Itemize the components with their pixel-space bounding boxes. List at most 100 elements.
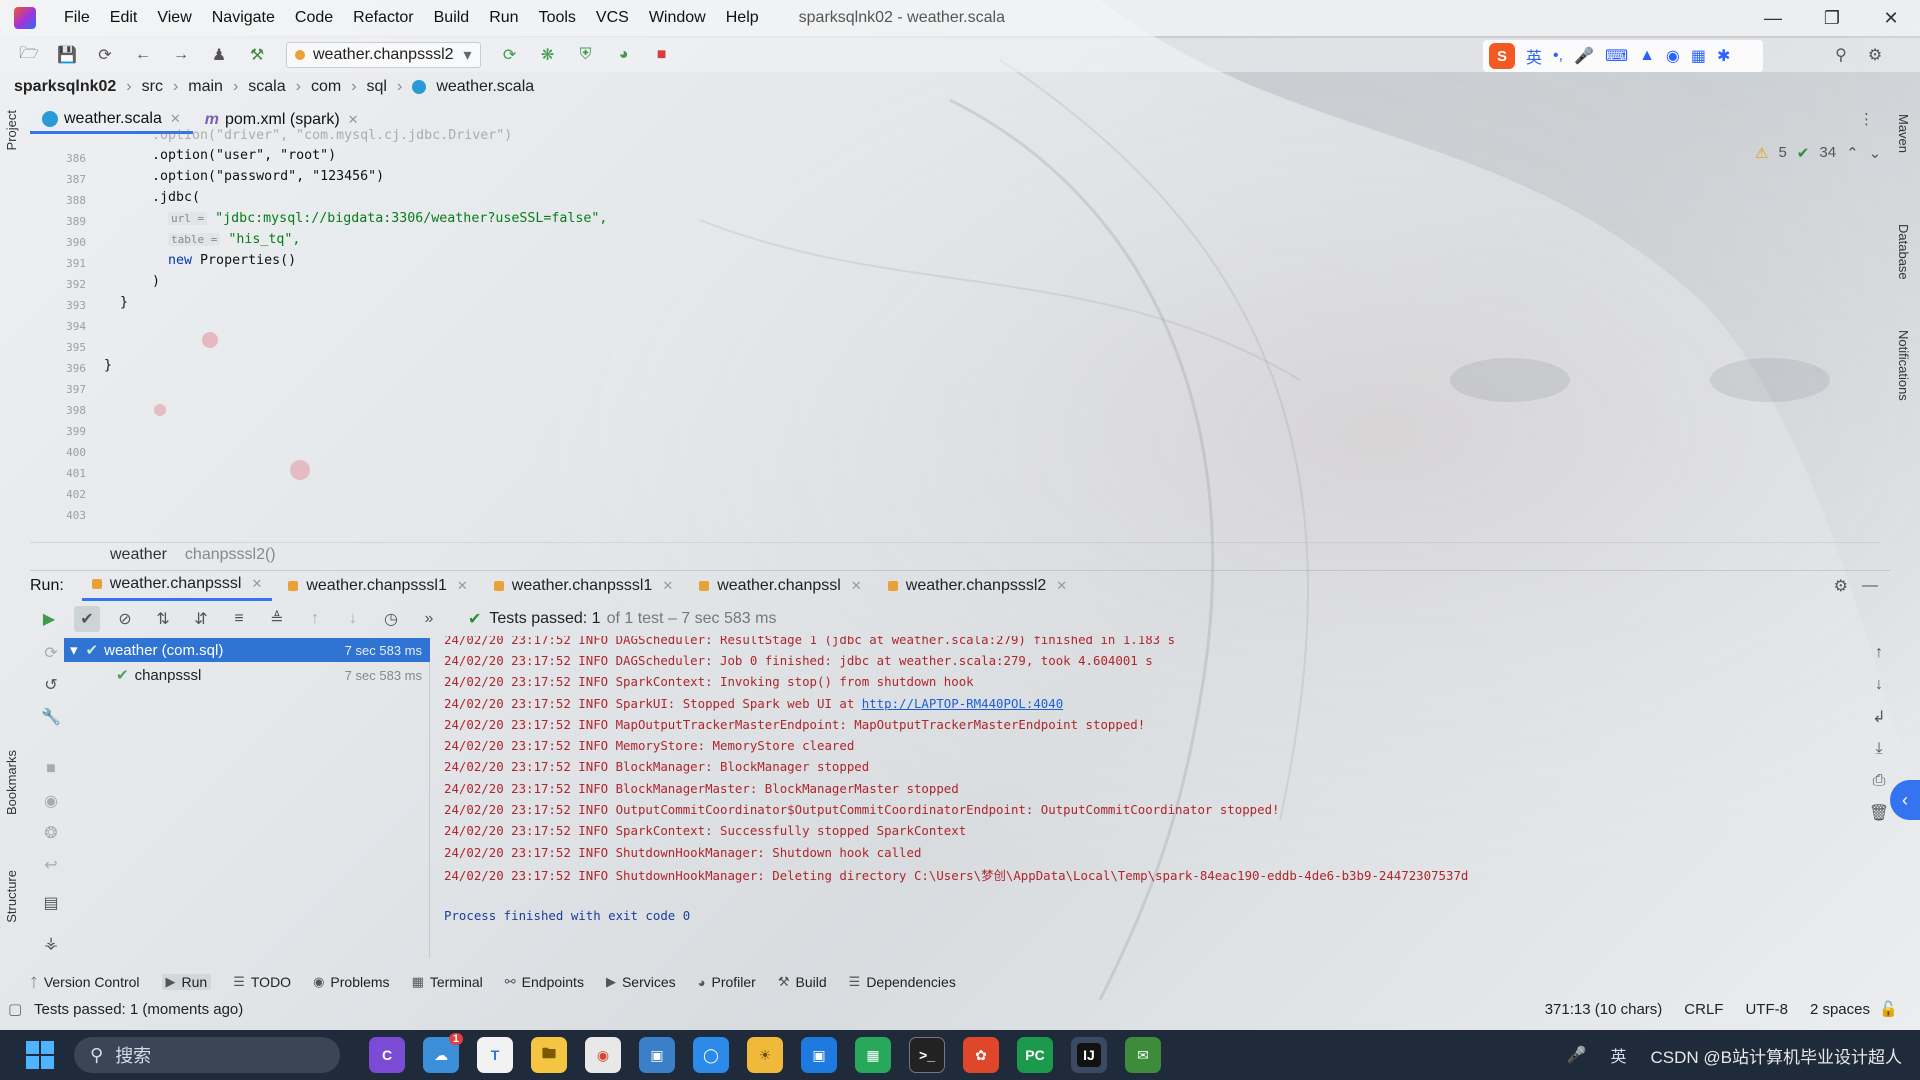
print-icon[interactable]: ⎙ xyxy=(1866,768,1892,794)
forward-arrow-icon[interactable]: → xyxy=(168,42,194,68)
apps-grid-icon[interactable]: ▦ xyxy=(1691,46,1706,66)
file-explorer-icon[interactable]: 🖿 xyxy=(531,1037,567,1073)
open-folder-icon[interactable]: 🗁 xyxy=(16,42,42,68)
expand-all-icon[interactable]: ≡ xyxy=(226,606,252,632)
menu-build[interactable]: Build xyxy=(424,9,480,27)
ime-language-toggle[interactable]: 英 xyxy=(1526,44,1542,68)
onedrive-app-icon[interactable]: ☁ 1 xyxy=(423,1033,463,1073)
run-tab-chanpsssl[interactable]: weather.chanpsssl ✕ xyxy=(81,571,273,601)
menu-refactor[interactable]: Refactor xyxy=(343,9,423,27)
tool-profiler[interactable]: ◕ Profiler xyxy=(698,974,756,990)
crumb-method[interactable]: chanpsssl2() xyxy=(185,546,276,564)
sogou-logo-icon[interactable]: S xyxy=(1489,43,1515,69)
soft-wrap-icon[interactable]: ↲ xyxy=(1866,704,1892,730)
chevron-down-icon[interactable]: ⌄ xyxy=(1869,144,1882,162)
previous-test-icon[interactable]: ↑ xyxy=(302,606,328,632)
punctuation-icon[interactable]: •, xyxy=(1553,47,1563,65)
tool-run[interactable]: ▶ Run xyxy=(161,974,212,990)
menu-file[interactable]: File xyxy=(54,9,100,27)
breadcrumb-src[interactable]: src xyxy=(142,78,163,96)
copilot-app-icon[interactable]: C xyxy=(369,1037,405,1073)
close-tab-icon[interactable]: ✕ xyxy=(1056,578,1067,594)
lock-icon[interactable]: 🔓 xyxy=(1879,1000,1898,1018)
test-tree-row[interactable]: ▾ ✔ weather (com.sql) 7 sec 583 ms xyxy=(64,638,430,662)
trash-icon[interactable]: 🗑 xyxy=(1866,800,1892,826)
taskbar-search[interactable]: ⚲ 搜索 xyxy=(74,1037,340,1073)
menu-window[interactable]: Window xyxy=(639,9,716,27)
chat-app-icon[interactable]: ☀ xyxy=(747,1037,783,1073)
tool-version-control[interactable]: ᛏ Version Control xyxy=(30,974,140,990)
close-tab-icon[interactable]: ✕ xyxy=(457,578,468,594)
stop-icon[interactable]: ■ xyxy=(38,756,64,782)
maven-tool-button[interactable]: Maven xyxy=(1896,114,1911,153)
settings-gear-icon[interactable]: ⚙ xyxy=(1862,42,1888,68)
wrench-icon[interactable]: 🔧 xyxy=(38,704,64,730)
menu-tools[interactable]: Tools xyxy=(529,9,586,27)
caret-position[interactable]: 371:13 (10 chars) xyxy=(1545,1001,1663,1018)
keyboard-icon[interactable]: ⌨ xyxy=(1605,46,1628,66)
console-output[interactable]: 24/02/20 23:17:52 INFO DAGScheduler: Res… xyxy=(440,636,1850,954)
remote-desktop-icon[interactable]: ▣ xyxy=(639,1037,675,1073)
rerun-icon[interactable]: ⟳ xyxy=(497,42,523,68)
database-tool-button[interactable]: Database xyxy=(1896,224,1911,280)
crumb-object[interactable]: weather xyxy=(110,546,167,564)
menu-view[interactable]: View xyxy=(147,9,201,27)
code-content[interactable]: .option("driver", "com.mysql.cj.jdbc.Dri… xyxy=(100,128,1800,534)
code-editor[interactable]: 386 387 388 389 390 391 392 393 394 395 … xyxy=(30,128,1882,534)
tool-dependencies[interactable]: ☰ Dependencies xyxy=(849,974,956,990)
import-icon[interactable]: ↩ xyxy=(38,852,64,878)
capture-app-icon[interactable]: ▣ xyxy=(801,1037,837,1073)
next-test-icon[interactable]: ↓ xyxy=(340,606,366,632)
pin-icon[interactable]: ⚶ xyxy=(38,930,64,956)
tool-problems[interactable]: ◉ Problems xyxy=(313,974,389,990)
menu-help[interactable]: Help xyxy=(716,9,769,27)
breadcrumb-project[interactable]: sparksqlnk02 xyxy=(14,78,116,96)
menu-vcs[interactable]: VCS xyxy=(586,9,639,27)
spark-ui-link[interactable]: http://LAPTOP-RM440POL:4040 xyxy=(862,696,1063,711)
settings-gear-icon[interactable]: ⚙ xyxy=(1834,576,1848,596)
chrome-icon[interactable]: ◉ xyxy=(585,1037,621,1073)
microphone-icon[interactable]: 🎤 xyxy=(1574,46,1594,66)
menu-code[interactable]: Code xyxy=(285,9,343,27)
breadcrumb-scala[interactable]: scala xyxy=(248,78,285,96)
line-separator[interactable]: CRLF xyxy=(1684,1001,1723,1018)
arrow-down-icon[interactable]: ↓ xyxy=(1866,672,1892,698)
profile-icon[interactable]: ◕ xyxy=(611,42,637,68)
breadcrumb-com[interactable]: com xyxy=(311,78,341,96)
hide-panel-icon[interactable]: — xyxy=(1862,577,1878,595)
chevron-down-icon[interactable]: ▾ xyxy=(70,641,78,659)
save-icon[interactable]: 💾 xyxy=(54,42,80,68)
close-tab-icon[interactable]: ✕ xyxy=(170,111,181,127)
indent-setting[interactable]: 2 spaces xyxy=(1810,1001,1870,1018)
bookmarks-tool-button[interactable]: Bookmarks xyxy=(4,750,19,815)
wechat-app-icon[interactable]: ✉ xyxy=(1125,1037,1161,1073)
tool-endpoints[interactable]: ⚯ Endpoints xyxy=(505,974,584,990)
more-options-icon[interactable]: ⋮ xyxy=(1859,110,1874,128)
game-icon[interactable]: ◉ xyxy=(1666,46,1680,66)
menu-run[interactable]: Run xyxy=(479,9,528,27)
scroll-to-end-icon[interactable]: ⤓ xyxy=(1866,736,1892,762)
microphone-icon[interactable]: 🎤 xyxy=(1567,1045,1587,1065)
rerun-failed-icon[interactable]: ⟳ xyxy=(38,640,64,666)
user-icon[interactable]: ♟ xyxy=(206,42,232,68)
structure-tool-button[interactable]: Structure xyxy=(4,870,19,923)
tool-services[interactable]: ▶ Services xyxy=(606,974,676,990)
show-ignored-icon[interactable]: ⊘ xyxy=(112,606,138,632)
breadcrumb-sql[interactable]: sql xyxy=(367,78,387,96)
run-tab-chanpssl[interactable]: weather.chanpssl ✕ xyxy=(689,571,872,601)
chevron-up-icon[interactable]: ⌃ xyxy=(1846,144,1859,162)
todo-app-icon[interactable]: T xyxy=(477,1037,513,1073)
restore-button[interactable]: ❐ xyxy=(1803,0,1861,36)
xshell-app-icon[interactable]: ✿ xyxy=(963,1037,999,1073)
run-tab-chanpsssl1[interactable]: weather.chanpsssl1 ✕ xyxy=(278,571,477,601)
run-configuration-select[interactable]: weather.chanpsssl2 ▾ xyxy=(286,42,481,68)
start-button[interactable] xyxy=(26,1041,54,1069)
run-tab-chanpsssl2[interactable]: weather.chanpsssl2 ✕ xyxy=(878,571,1077,601)
close-button[interactable]: ✕ xyxy=(1862,0,1920,36)
spreadsheet-app-icon[interactable]: ▦ xyxy=(855,1037,891,1073)
menu-navigate[interactable]: Navigate xyxy=(202,9,285,27)
notifications-tool-button[interactable]: Notifications xyxy=(1896,330,1911,401)
menu-edit[interactable]: Edit xyxy=(100,9,148,27)
arrow-up-icon[interactable]: ↑ xyxy=(1866,640,1892,666)
pycharm-app-icon[interactable]: PC xyxy=(1017,1037,1053,1073)
